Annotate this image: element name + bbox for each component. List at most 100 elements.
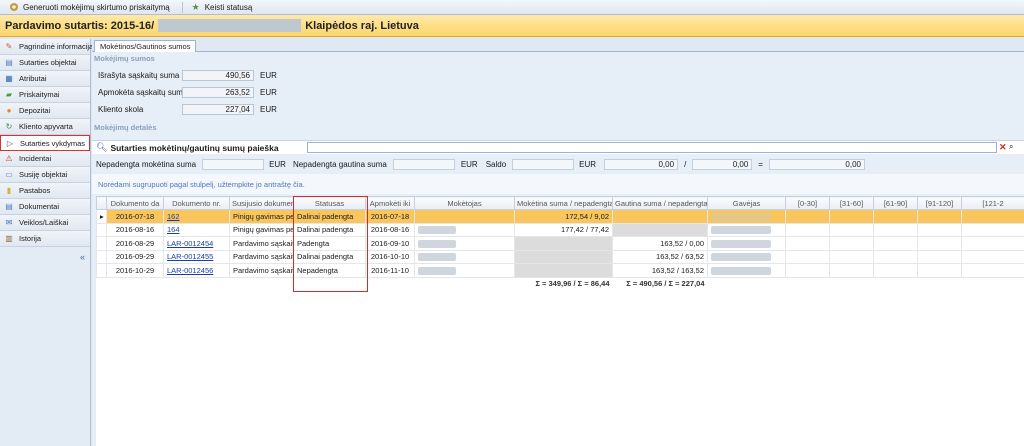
table-row[interactable]: 2016-09-29 LAR-0012455 Pardavimo sąskait… — [96, 249, 1024, 264]
column-header-61-90[interactable]: [61-90] — [873, 196, 918, 210]
column-header-due-date[interactable]: Apmokėti iki — [365, 196, 415, 210]
cell-payer — [414, 209, 515, 224]
saldo-value-3[interactable]: 0,00 — [768, 158, 865, 170]
cell-recipient — [707, 222, 786, 237]
cell-doc-date: 2016-07-18 — [106, 209, 164, 224]
saldo-field[interactable] — [512, 158, 575, 170]
search-panel-header: 🔍︎ Sutarties mokėtinų/gautinų sumų paieš… — [92, 140, 1024, 154]
unpaid-payable-field[interactable] — [202, 158, 265, 170]
search-input[interactable] — [307, 142, 997, 153]
saldo-value-1[interactable]: 0,00 — [604, 158, 679, 170]
cell-payable — [514, 236, 613, 251]
column-header-91-120[interactable]: [91-120] — [917, 196, 962, 210]
column-header-payable[interactable]: Mokėtina suma / nepadengta — [514, 196, 613, 210]
unpaid-receivable-field[interactable] — [392, 158, 455, 170]
cell-due-date: 2016-10-10 — [365, 249, 415, 264]
sidebar-item-deposits[interactable]: ● Depozitai — [0, 103, 90, 119]
table-row[interactable]: 2016-08-29 LAR-0012454 Pardavimo sąskait… — [96, 236, 1024, 251]
paid-label: Apmokėta sąskaitų suma — [98, 87, 188, 97]
cell-related-doc: Pardavimo sąskaita — [229, 236, 294, 251]
sidebar-item-notes[interactable]: ▮ Pastabos — [0, 183, 90, 199]
tab-payable-receivable[interactable]: Mokėtinos/Gautinos sumos — [94, 40, 197, 52]
search-go-icon[interactable]: ⌕ — [1009, 142, 1013, 152]
tab-strip: Mokėtinos/Gautinos sumos — [92, 39, 1024, 52]
cell-related-doc: Pinigų gavimas pe — [229, 209, 294, 224]
cell-doc-link[interactable]: LAR-0012455 — [163, 249, 230, 264]
section-header-payment-details: Mokėjimų detalės — [94, 123, 157, 132]
mail-icon: ✉ — [5, 218, 13, 227]
page-title-suffix: Klaipėdos raj. Lietuva — [305, 19, 419, 32]
total-receivable: Σ = 490,56 / Σ = 227,04 — [612, 276, 708, 289]
generate-difference-label: Generuoti mokėjimų skirtumo priskaitymą — [23, 2, 170, 12]
cell-doc-link[interactable]: LAR-0012456 — [163, 263, 230, 278]
cell-bucket — [917, 236, 962, 251]
sidebar-item-history[interactable]: ▥ Istorija — [0, 231, 90, 247]
search-panel-title: Sutarties mokėtinų/gautinų sumų paieška — [110, 142, 279, 153]
saldo-unit: EUR — [579, 159, 597, 169]
sidebar-item-client-turnover[interactable]: ↻ Kliento apyvarta — [0, 119, 90, 135]
cell-doc-link[interactable]: 162 — [163, 209, 230, 224]
sidebar-item-contract-execution[interactable]: ▷ Sutarties vykdymas — [0, 135, 90, 151]
table-row[interactable]: ▸ 2016-07-18 162 Pinigų gavimas pe Dalin… — [96, 209, 1024, 224]
paid-unit: EUR — [260, 87, 277, 97]
sidebar-item-label: Atributai — [19, 74, 47, 83]
column-header-doc-nr[interactable]: Dokumento nr. — [163, 196, 230, 210]
column-header-doc-date[interactable]: Dokumento da — [106, 196, 164, 210]
unpaid-payable-label: Nepadengta mokėtina suma — [96, 159, 197, 169]
table-row[interactable]: 2016-08-16 164 Pinigų gavimas pe Dalinai… — [96, 222, 1024, 237]
sidebar-item-activities-mail[interactable]: ✉ Veiklos/Laiškai — [0, 215, 90, 231]
column-header-receivable[interactable]: Gautina suma / nepadengta — [612, 196, 708, 210]
sidebar-item-label: Istorija — [19, 234, 42, 243]
sidebar-item-contract-objects[interactable]: ▤ Sutarties objektai — [0, 55, 90, 71]
unpaid-receivable-unit: EUR — [460, 159, 478, 169]
column-header-recipient[interactable]: Gavėjas — [707, 196, 786, 210]
sidebar-item-attributes[interactable]: ▦ Atributai — [0, 71, 90, 87]
clear-search-icon[interactable]: ✕ — [999, 142, 1007, 153]
row-indicator: ▸ — [96, 209, 107, 224]
redacted-recipient — [711, 239, 771, 248]
sidebar-item-incidents[interactable]: ⚠ Incidentai — [0, 151, 90, 167]
generate-difference-button[interactable]: Generuoti mokėjimų skirtumo priskaitymą — [4, 1, 175, 14]
sidebar-item-related-objects[interactable]: ▭ Susiję objektai — [0, 167, 90, 183]
sidebar-item-accruals[interactable]: ▰ Priskaitymai — [0, 87, 90, 103]
cell-payable: 177,42 / 77,42 — [514, 222, 613, 237]
cell-due-date: 2016-08-16 — [365, 222, 415, 237]
sidebar-item-label: Depozitai — [19, 106, 51, 115]
execution-icon: ▷ — [6, 138, 14, 148]
cell-doc-date: 2016-08-16 — [106, 222, 164, 237]
doc-link[interactable]: LAR-0012456 — [167, 266, 213, 275]
turnover-icon: ↻ — [5, 122, 13, 131]
saldo-value-2[interactable]: 0,00 — [692, 158, 753, 170]
cell-bucket — [785, 236, 830, 251]
column-header-payer[interactable]: Mokėtojas — [414, 196, 515, 210]
sidebar-item-general-info[interactable]: ✎ Pagrindinė informacija — [0, 39, 93, 55]
cell-due-date: 2016-11-10 — [365, 263, 415, 278]
doc-link[interactable]: LAR-0012455 — [167, 252, 213, 261]
doc-link[interactable]: 164 — [167, 225, 180, 234]
column-header-121-plus[interactable]: [121-2 — [961, 196, 1024, 210]
cell-bucket — [961, 263, 1024, 278]
cell-doc-link[interactable]: 164 — [163, 222, 230, 237]
row-indicator — [96, 263, 107, 278]
table-row[interactable]: 2016-10-29 LAR-0012456 Pardavimo sąskait… — [96, 263, 1024, 278]
column-header-31-60[interactable]: [31-60] — [829, 196, 874, 210]
cell-bucket — [829, 249, 874, 264]
column-header-related-doc[interactable]: Susijusio dokument — [229, 196, 294, 210]
doc-link[interactable]: LAR-0012454 — [167, 239, 213, 248]
cell-bucket — [785, 209, 830, 224]
sidebar-item-label: Veiklos/Laiškai — [19, 218, 69, 227]
column-header-0-30[interactable]: [0-30] — [785, 196, 830, 210]
doc-link[interactable]: 162 — [167, 212, 180, 221]
sidebar-item-documents[interactable]: ▤ Dokumentai — [0, 199, 90, 215]
section-header-payment-sums: Mokėjimų sumos — [94, 54, 155, 63]
sidebar-item-label: Kliento apyvarta — [19, 122, 73, 131]
documents-icon: ▤ — [5, 202, 13, 211]
saldo-equals: = — [758, 159, 763, 169]
totals-spacer — [707, 276, 1024, 289]
change-status-button[interactable]: ★ Keisti statusą — [186, 1, 258, 14]
totals-row: Σ = 349,96 / Σ = 86,44 Σ = 490,56 / Σ = … — [96, 276, 1024, 289]
group-by-hint[interactable]: Norėdami sugrupuoti pagal stulpelį, užte… — [92, 174, 1024, 194]
cell-doc-link[interactable]: LAR-0012454 — [163, 236, 230, 251]
redacted-payer — [418, 266, 456, 275]
sidebar-collapse-button[interactable]: « — [80, 252, 85, 262]
